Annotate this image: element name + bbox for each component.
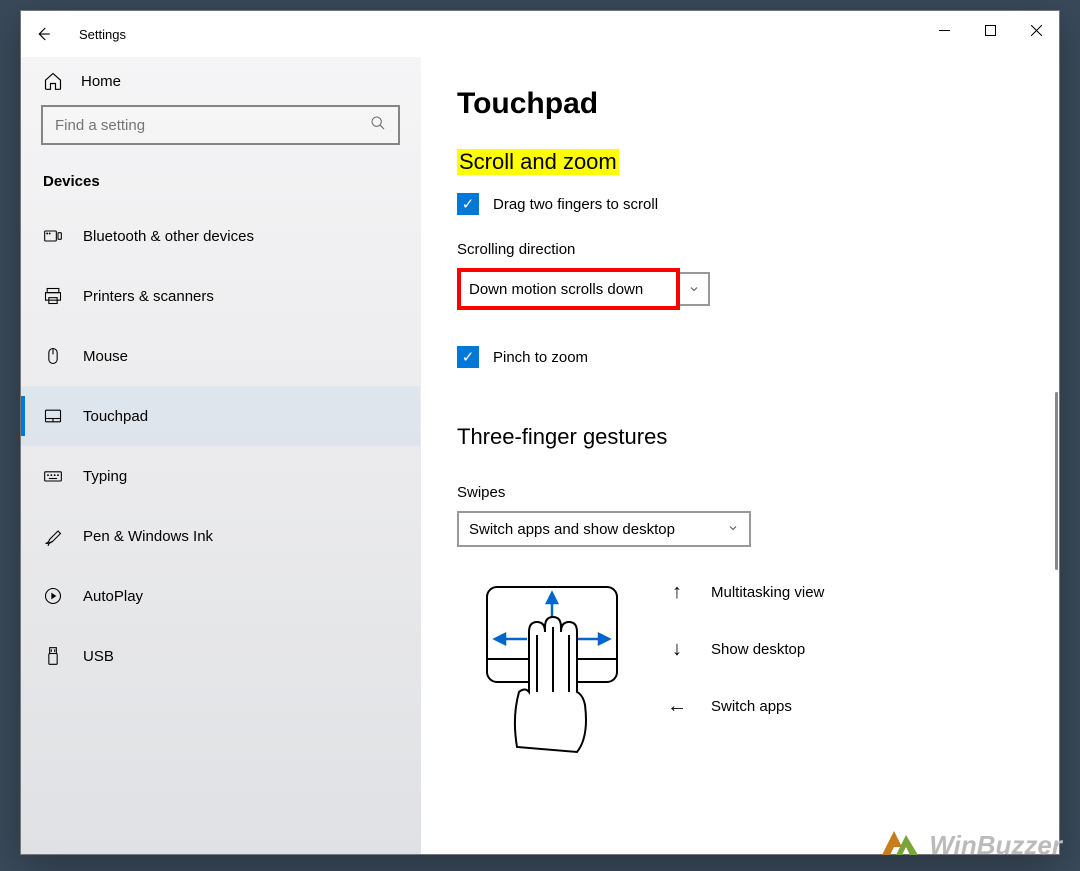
page-title: Touchpad: [457, 87, 1023, 121]
touchpad-icon: [43, 406, 63, 426]
watermark: WinBuzzer: [879, 829, 1062, 861]
swipes-value: Switch apps and show desktop: [469, 521, 675, 538]
sidebar-item-printer[interactable]: Printers & scanners: [21, 266, 420, 326]
sidebar-item-autoplay[interactable]: AutoPlay: [21, 566, 420, 626]
gesture-legend-item: ← Switch apps: [667, 695, 824, 718]
home-icon: [43, 71, 63, 91]
chevron-down-icon: [727, 521, 739, 538]
sidebar-item-label: AutoPlay: [83, 588, 143, 605]
pinch-zoom-label: Pinch to zoom: [493, 349, 588, 366]
pen-icon: [43, 526, 63, 546]
sidebar-item-touchpad[interactable]: Touchpad: [21, 386, 420, 446]
sidebar-home-label: Home: [81, 73, 121, 90]
watermark-logo-icon: [879, 829, 921, 861]
sidebar-item-label: Typing: [83, 468, 127, 485]
scroll-zoom-header: Scroll and zoom: [457, 149, 619, 175]
swipes-label: Swipes: [457, 484, 1023, 501]
sidebar-item-label: Mouse: [83, 348, 128, 365]
gesture-legend-label: Switch apps: [711, 698, 792, 715]
minimize-button[interactable]: [921, 11, 967, 49]
scrolling-direction-label: Scrolling direction: [457, 241, 1023, 258]
drag-scroll-checkbox-row[interactable]: ✓ Drag two fingers to scroll: [457, 193, 1023, 215]
swipes-dropdown[interactable]: Switch apps and show desktop: [457, 511, 751, 547]
autoplay-icon: [43, 586, 63, 606]
scrolling-direction-dropdown[interactable]: Down motion scrolls down: [457, 268, 680, 310]
sidebar-item-bluetooth-devices[interactable]: Bluetooth & other devices: [21, 206, 420, 266]
search-input[interactable]: [55, 117, 370, 134]
gesture-legend-label: Multitasking view: [711, 584, 824, 601]
sidebar-home[interactable]: Home: [21, 57, 420, 105]
drag-scroll-label: Drag two fingers to scroll: [493, 196, 658, 213]
gesture-legend-item: ↑ Multitasking view: [667, 581, 824, 604]
scrollbar-indicator[interactable]: [1055, 392, 1058, 570]
usb-icon: [43, 646, 63, 666]
back-button[interactable]: [21, 11, 65, 57]
maximize-button[interactable]: [967, 11, 1013, 49]
window-title: Settings: [79, 27, 126, 42]
watermark-text: WinBuzzer: [929, 830, 1062, 861]
close-button[interactable]: [1013, 11, 1059, 49]
scrolling-direction-value: Down motion scrolls down: [469, 281, 643, 298]
sidebar-item-keyboard[interactable]: Typing: [21, 446, 420, 506]
search-icon: [370, 115, 386, 135]
sidebar-section-header: Devices: [21, 155, 420, 206]
sidebar-item-pen[interactable]: Pen & Windows Ink: [21, 506, 420, 566]
checkbox-checked-icon: ✓: [457, 193, 479, 215]
gesture-legend-label: Show desktop: [711, 641, 805, 658]
bluetooth-devices-icon: [43, 226, 63, 246]
sidebar-item-label: Printers & scanners: [83, 288, 214, 305]
arrow-icon: ↑: [667, 581, 687, 604]
sidebar-item-label: Bluetooth & other devices: [83, 228, 254, 245]
three-finger-header: Three-finger gestures: [457, 424, 667, 450]
content-area: Touchpad Scroll and zoom ✓ Drag two fing…: [421, 57, 1059, 854]
sidebar-item-label: Pen & Windows Ink: [83, 528, 213, 545]
sidebar-item-label: Touchpad: [83, 408, 148, 425]
arrow-icon: ↓: [667, 638, 687, 661]
arrow-icon: ←: [667, 695, 687, 718]
sidebar-item-label: USB: [83, 648, 114, 665]
mouse-icon: [43, 346, 63, 366]
keyboard-icon: [43, 466, 63, 486]
sidebar-item-mouse[interactable]: Mouse: [21, 326, 420, 386]
checkbox-checked-icon: ✓: [457, 346, 479, 368]
sidebar-item-usb[interactable]: USB: [21, 626, 420, 686]
chevron-down-icon[interactable]: [680, 272, 710, 306]
sidebar: Home Devices Bluetooth & other devices Pr…: [21, 57, 421, 854]
pinch-zoom-checkbox-row[interactable]: ✓ Pinch to zoom: [457, 346, 1023, 368]
three-finger-gesture-illustration: [457, 577, 627, 772]
titlebar: Settings: [21, 11, 1059, 57]
settings-window: Settings Home: [20, 10, 1060, 855]
search-box[interactable]: [41, 105, 400, 145]
printer-icon: [43, 286, 63, 306]
gesture-legend-item: ↓ Show desktop: [667, 638, 824, 661]
